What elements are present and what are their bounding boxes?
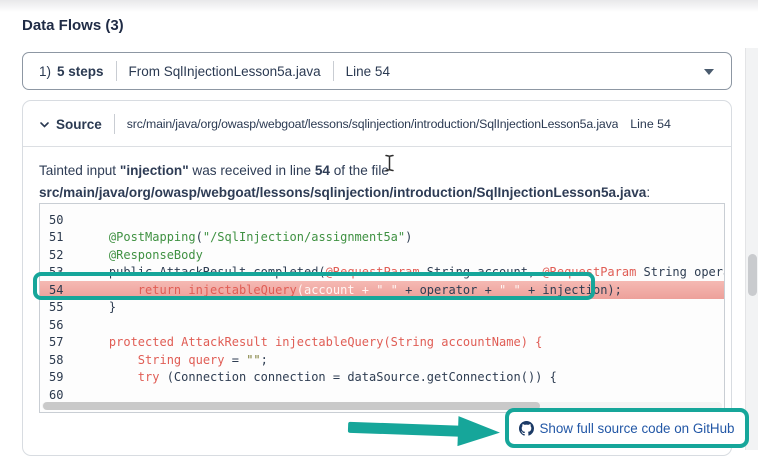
source-header: Source src/main/java/org/owasp/webgoat/l…: [23, 101, 731, 147]
github-icon: [519, 421, 534, 436]
text-cursor-icon: [384, 154, 395, 177]
code-line: 56: [40, 316, 724, 334]
desc-text: :: [646, 185, 650, 200]
desc-text: of the file: [330, 163, 389, 178]
window-top-shade: [0, 0, 758, 12]
source-section-toggle[interactable]: Source: [56, 117, 102, 132]
code-line: 50: [40, 211, 724, 229]
line-number: 56: [40, 318, 80, 332]
page-scrollbar-thumb[interactable]: [748, 254, 757, 296]
page-scrollbar: [745, 48, 758, 450]
code-text: }: [80, 300, 116, 314]
code-lines: 50 51 @PostMapping("/SqlInjection/assignm…: [40, 204, 724, 404]
source-line-number: Line 54: [630, 117, 671, 131]
line-number: 57: [40, 335, 80, 349]
chevron-down-icon[interactable]: [39, 119, 50, 130]
separator: [114, 114, 115, 134]
horizontal-scrollbar-thumb[interactable]: [43, 402, 540, 410]
line-number: 50: [40, 213, 80, 227]
code-text: @ResponseBody: [80, 248, 203, 262]
line-number: 51: [40, 230, 80, 244]
tainted-variable: "injection": [120, 163, 189, 178]
code-text: String query = "";: [80, 353, 268, 367]
dropdown-caret-icon: [704, 69, 714, 75]
tainted-input-description: Tainted input "injection" was received i…: [23, 147, 731, 203]
line-number: 52: [40, 248, 80, 262]
code-text: protected AttackResult injectableQuery(S…: [80, 335, 542, 349]
code-text: return injectableQuery(account + " " + o…: [80, 283, 622, 297]
source-panel: Source src/main/java/org/owasp/webgoat/l…: [22, 100, 732, 456]
code-line: 51 @PostMapping("/SqlInjection/assignmen…: [40, 229, 724, 247]
code-text: try (Connection connection = dataSource.…: [80, 370, 557, 384]
code-text: public AttackResult completed(@RequestPa…: [80, 265, 724, 279]
desc-line-number: 54: [315, 163, 330, 178]
flow-index: 1): [39, 64, 51, 79]
code-line: 60: [40, 386, 724, 404]
line-number: 54: [40, 283, 80, 297]
code-line: 55 }: [40, 299, 724, 317]
separator: [333, 61, 334, 81]
line-number: 58: [40, 353, 80, 367]
line-number: 60: [40, 388, 80, 402]
desc-file-path: src/main/java/org/owasp/webgoat/lessons/…: [39, 185, 646, 200]
github-link-label: Show full source code on GitHub: [539, 421, 734, 436]
code-line: 54 return injectableQuery(account + " " …: [40, 281, 724, 299]
code-line: 57 protected AttackResult injectableQuer…: [40, 334, 724, 352]
source-file-path: src/main/java/org/owasp/webgoat/lessons/…: [127, 117, 619, 131]
show-source-github-link[interactable]: Show full source code on GitHub: [519, 421, 734, 436]
arrow-annotation: [346, 411, 506, 454]
flow-line: Line 54: [346, 64, 390, 79]
code-line: 53 public AttackResult completed(@Reques…: [40, 264, 724, 282]
desc-text: Tainted input: [39, 163, 120, 178]
line-number: 55: [40, 300, 80, 314]
data-flow-dropdown[interactable]: 1) 5 steps From SqlInjectionLesson5a.jav…: [22, 52, 732, 90]
page-title: Data Flows (3): [22, 17, 124, 34]
code-text: @PostMapping("/SqlInjection/assignment5a…: [80, 230, 412, 244]
github-link-annotation-box: Show full source code on GitHub: [505, 408, 749, 448]
separator: [116, 61, 117, 81]
flow-steps: 5 steps: [57, 64, 104, 79]
code-line: 52 @ResponseBody: [40, 246, 724, 264]
code-block[interactable]: 50 51 @PostMapping("/SqlInjection/assignm…: [39, 203, 725, 413]
code-line: 59 try (Connection connection = dataSour…: [40, 369, 724, 387]
flow-from-file: From SqlInjectionLesson5a.java: [129, 64, 321, 79]
line-number: 59: [40, 370, 80, 384]
desc-text: was received in line: [189, 163, 315, 178]
code-line: 58 String query = "";: [40, 351, 724, 369]
line-number: 53: [40, 265, 80, 279]
